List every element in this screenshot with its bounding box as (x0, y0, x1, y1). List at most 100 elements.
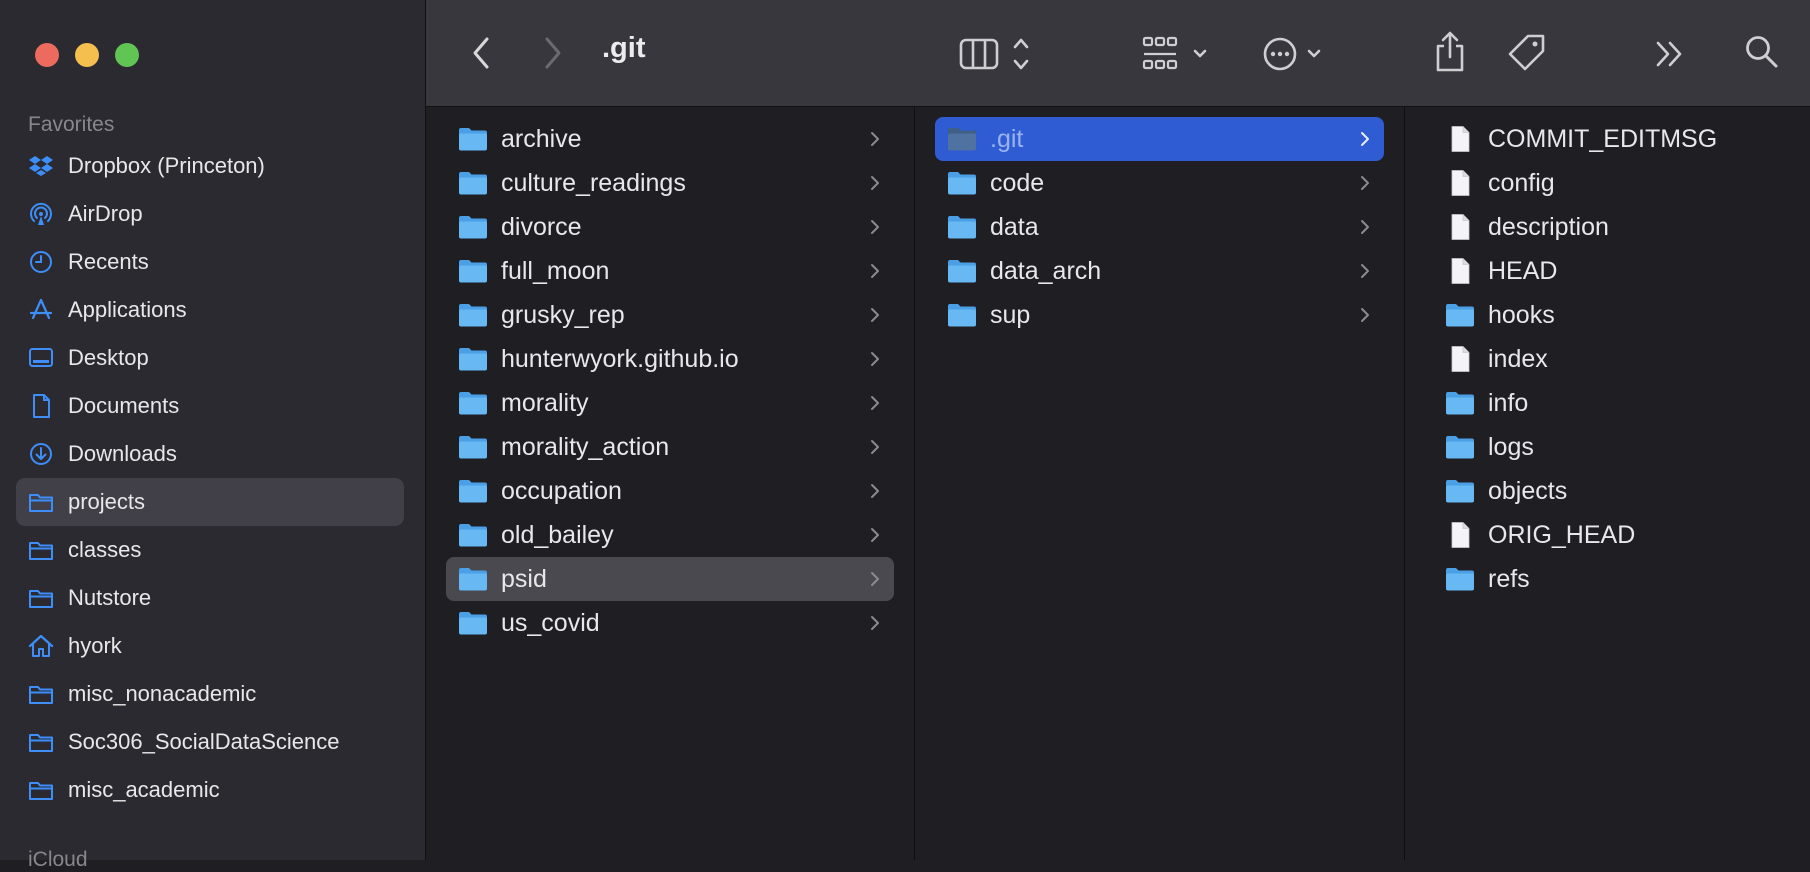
search-button[interactable] (1744, 34, 1780, 70)
file-row-commit-editmsg[interactable]: COMMIT_EDITMSG (1433, 117, 1790, 161)
sidebar-item-projects[interactable]: projects (16, 478, 404, 526)
item-name: data_arch (990, 256, 1102, 285)
folder-icon (458, 566, 488, 592)
sidebar-item-label: projects (68, 489, 146, 514)
folder-row-refs[interactable]: refs (1433, 557, 1790, 601)
tags-button[interactable] (1506, 32, 1548, 74)
view-mode-button[interactable] (958, 34, 1038, 74)
folder-row-culture-readings[interactable]: culture_readings (446, 161, 894, 205)
browser-column-1: archive culture_readingsdivorce full_moon g… (426, 107, 915, 860)
window-title: .git (602, 32, 646, 64)
folder-row-grusky-rep[interactable]: grusky_rep (446, 293, 894, 337)
folder-row-full-moon[interactable]: full_moon (446, 249, 894, 293)
folder-row-data-arch[interactable]: data_arch (935, 249, 1384, 293)
chevron-right-icon (868, 392, 882, 414)
item-name: us_covid (501, 608, 600, 637)
folder-row-psid[interactable]: psid (446, 557, 894, 601)
item-name: ORIG_HEAD (1488, 520, 1636, 549)
sidebar-item-nutstore[interactable]: Nutstore (16, 574, 404, 622)
folder-icon (458, 170, 488, 196)
file-row-head[interactable]: HEAD (1433, 249, 1790, 293)
item-name: index (1488, 344, 1548, 373)
file-row-config[interactable]: config (1433, 161, 1790, 205)
forward-button[interactable] (538, 34, 568, 72)
folder-icon (947, 214, 977, 240)
file-icon (1445, 258, 1475, 284)
folder-row-logs[interactable]: logs (1433, 425, 1790, 469)
dropbox-icon (28, 153, 54, 179)
folder-row-data[interactable]: data (935, 205, 1384, 249)
folder-icon (947, 258, 977, 284)
item-name: config (1488, 168, 1555, 197)
folder-icon (947, 302, 977, 328)
item-name: hunterwyork.github.io (501, 344, 739, 373)
airdrop-icon (28, 201, 54, 227)
sidebar-item-label: Dropbox (Princeton) (68, 153, 265, 178)
sidebar-item-misc-nonacademic[interactable]: misc_nonacademic (16, 670, 404, 718)
sidebar-item-hyork[interactable]: hyork (16, 622, 404, 670)
sidebar-item-misc-academic[interactable]: misc_academic (16, 766, 404, 814)
folder-icon (458, 434, 488, 460)
home-icon (28, 633, 54, 659)
folder-row-hunterwyork-github-io[interactable]: hunterwyork.github.io (446, 337, 894, 381)
sidebar-item-label: Applications (68, 297, 187, 322)
folder-icon (1445, 566, 1475, 592)
document-icon (28, 393, 54, 419)
window-controls (35, 43, 139, 67)
sidebar-item-applications[interactable]: Applications (16, 286, 404, 334)
action-button[interactable] (1262, 34, 1332, 74)
folder-row-git[interactable]: .git (935, 117, 1384, 161)
sidebar-item-dropbox-princeton[interactable]: Dropbox (Princeton) (16, 142, 404, 190)
back-button[interactable] (466, 34, 496, 72)
sidebar-item-recents[interactable]: Recents (16, 238, 404, 286)
zoom-window-button[interactable] (115, 43, 139, 67)
chevron-right-icon (868, 568, 882, 590)
file-icon (1445, 126, 1475, 152)
file-row-index[interactable]: index (1433, 337, 1790, 381)
sidebar-item-label: Documents (68, 393, 180, 418)
sidebar-item-airdrop[interactable]: AirDrop (16, 190, 404, 238)
sidebar-item-downloads[interactable]: Downloads (16, 430, 404, 478)
minimize-window-button[interactable] (75, 43, 99, 67)
folder-row-morality[interactable]: morality (446, 381, 894, 425)
chevron-right-icon (868, 172, 882, 194)
sidebar-section-favorites: Favorites (28, 113, 115, 136)
sidebar-item-label: Desktop (68, 345, 149, 370)
chevron-right-icon (868, 216, 882, 238)
folder-row-morality-action[interactable]: morality_action (446, 425, 894, 469)
share-button[interactable] (1430, 30, 1470, 74)
item-name: divorce (501, 212, 582, 241)
sidebar-item-soc306-socialdatascience[interactable]: Soc306_SocialDataScience (16, 718, 404, 766)
folder-row-objects[interactable]: objects (1433, 469, 1790, 513)
sidebar-item-desktop[interactable]: Desktop (16, 334, 404, 382)
folder-icon (947, 170, 977, 196)
item-name: psid (501, 564, 547, 593)
folder-row-archive[interactable]: archive (446, 117, 894, 161)
folder-row-occupation[interactable]: occupation (446, 469, 894, 513)
close-window-button[interactable] (35, 43, 59, 67)
group-button[interactable] (1141, 34, 1213, 74)
folder-icon (28, 729, 54, 755)
sidebar-item-label: classes (68, 537, 142, 562)
browser-column-2: .git code data data_archsup (915, 107, 1405, 860)
folder-icon (28, 489, 54, 515)
folder-row-old-bailey[interactable]: old_bailey (446, 513, 894, 557)
folder-row-code[interactable]: code (935, 161, 1384, 205)
folder-icon (458, 610, 488, 636)
toolbar-overflow-button[interactable] (1652, 38, 1688, 70)
folder-row-divorce[interactable]: divorce (446, 205, 894, 249)
folder-row-sup[interactable]: sup (935, 293, 1384, 337)
folder-row-us-covid[interactable]: us_covid (446, 601, 894, 645)
folder-icon (1445, 390, 1475, 416)
download-icon (28, 441, 54, 467)
item-name: archive (501, 124, 582, 153)
file-row-orig-head[interactable]: ORIG_HEAD (1433, 513, 1790, 557)
item-name: culture_readings (501, 168, 686, 197)
sidebar-item-documents[interactable]: Documents (16, 382, 404, 430)
folder-row-info[interactable]: info (1433, 381, 1790, 425)
item-name: hooks (1488, 300, 1555, 329)
file-row-description[interactable]: description (1433, 205, 1790, 249)
sidebar-item-classes[interactable]: classes (16, 526, 404, 574)
folder-row-hooks[interactable]: hooks (1433, 293, 1790, 337)
chevron-right-icon (868, 348, 882, 370)
